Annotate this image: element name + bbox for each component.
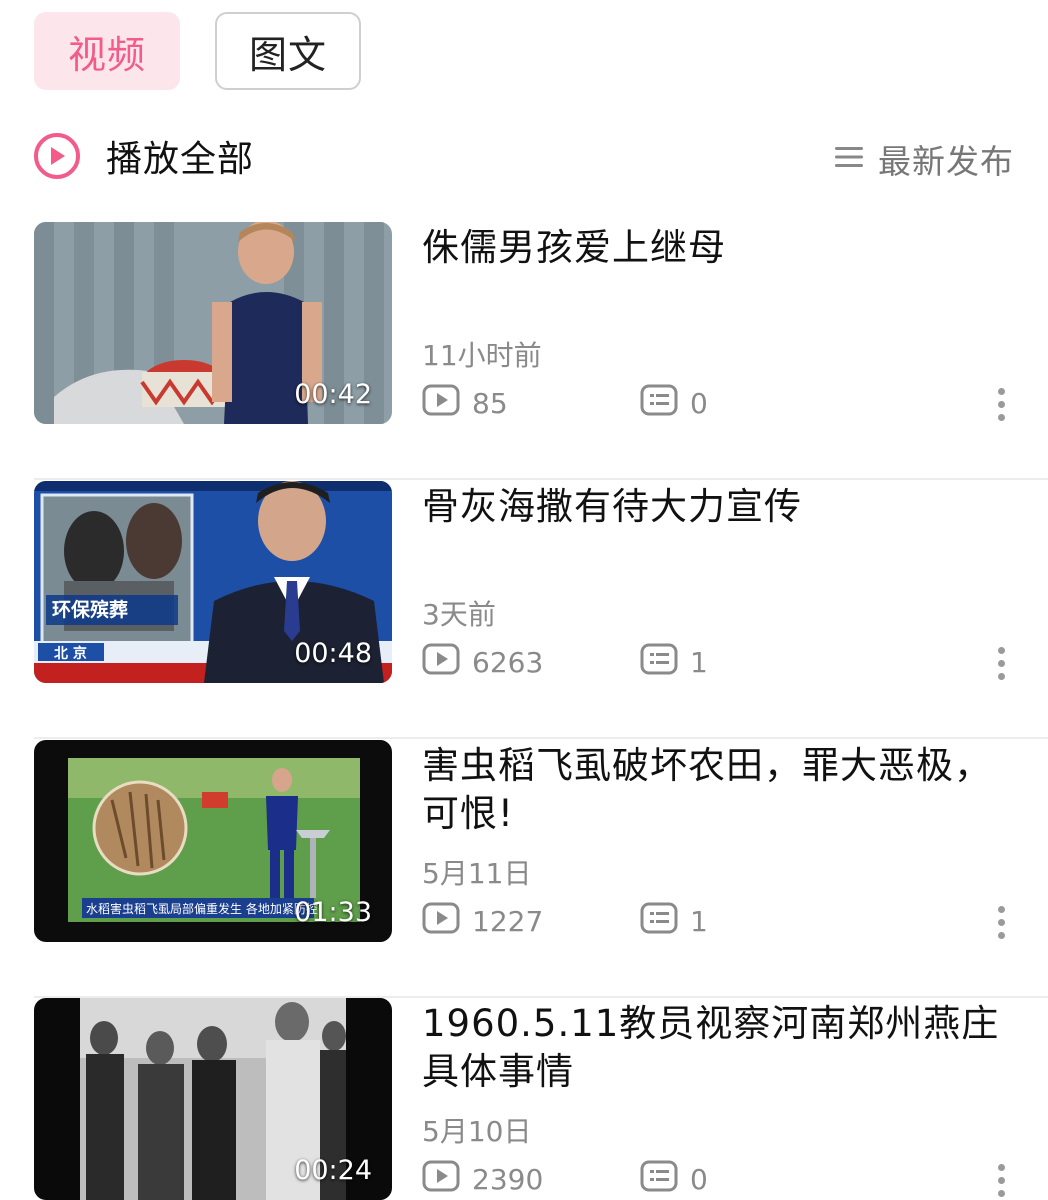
more-options-icon[interactable] (996, 906, 1006, 946)
view-count: 6263 (422, 643, 543, 682)
comment-count-value: 1 (690, 905, 708, 938)
comment-count-value: 0 (690, 387, 708, 420)
divider (34, 478, 1048, 480)
video-duration: 00:42 (294, 379, 372, 410)
play-all-label: 播放全部 (106, 139, 255, 180)
video-thumbnail[interactable]: 环保殡葬 北 京 00:48 (34, 481, 392, 683)
more-options-icon[interactable] (996, 647, 1006, 687)
thumbnail-location: 北 京 (54, 645, 87, 662)
video-title[interactable]: 骨灰海撒有待大力宣传 (422, 483, 1012, 531)
view-count-value: 6263 (472, 646, 544, 679)
divider (34, 737, 1048, 739)
view-count-value: 1227 (472, 905, 544, 938)
play-count-icon (422, 384, 460, 423)
view-count-value: 85 (472, 387, 508, 420)
video-stats: 6263 1 (422, 643, 708, 682)
sort-button[interactable]: 最新发布 (834, 135, 1014, 183)
view-count: 85 (422, 384, 508, 423)
comment-count-value: 0 (690, 1163, 708, 1196)
play-all-button[interactable]: 播放全部 (34, 130, 254, 182)
comment-icon (640, 902, 678, 941)
video-item[interactable]: 水稻害虫稻飞虱局部偏重发生 各地加紧防控 01:33 害虫稻飞虱破坏农田，罪大恶… (34, 740, 1048, 998)
video-stats: 2390 0 (422, 1160, 708, 1199)
video-thumbnail[interactable]: 00:42 (34, 222, 392, 424)
play-count-icon (422, 643, 460, 682)
video-title[interactable]: 害虫稻飞虱破坏农田，罪大恶极，可恨! (422, 742, 1012, 838)
comment-icon (640, 384, 678, 423)
sort-list-icon (834, 145, 864, 173)
view-count: 1227 (422, 902, 543, 941)
thumbnail-caption: 环保殡葬 (52, 598, 128, 621)
video-thumbnail[interactable]: 水稻害虫稻飞虱局部偏重发生 各地加紧防控 01:33 (34, 740, 392, 942)
video-stats: 1227 1 (422, 902, 708, 941)
view-count: 2390 (422, 1160, 543, 1199)
thumbnail-caption: 水稻害虫稻飞虱局部偏重发生 各地加紧防控 (86, 901, 318, 916)
more-options-icon[interactable] (996, 1164, 1006, 1200)
comment-count: 0 (640, 1160, 708, 1199)
tab-video[interactable]: 视频 (34, 12, 180, 90)
sort-label: 最新发布 (878, 142, 1014, 181)
view-count-value: 2390 (472, 1163, 544, 1196)
video-duration: 01:33 (294, 897, 372, 928)
comment-icon (640, 643, 678, 682)
video-duration: 00:48 (294, 638, 372, 669)
video-stats: 85 0 (422, 384, 708, 423)
video-item[interactable]: 00:24 1960.5.11教员视察河南郑州燕庄具体事情 5月10日 2390… (34, 998, 1048, 1200)
video-date: 11小时前 (422, 339, 542, 372)
video-title[interactable]: 侏儒男孩爱上继母 (422, 224, 1012, 272)
play-count-icon (422, 1160, 460, 1199)
comment-count: 1 (640, 643, 708, 682)
video-item[interactable]: 环保殡葬 北 京 00:48 骨灰海撒有待大力宣传 3天前 6263 1 (34, 481, 1048, 739)
video-duration: 00:24 (294, 1155, 372, 1186)
comment-count: 1 (640, 902, 708, 941)
video-thumbnail[interactable]: 00:24 (34, 998, 392, 1200)
video-date: 5月11日 (422, 857, 532, 890)
video-item[interactable]: 00:42 侏儒男孩爱上继母 11小时前 85 0 (34, 222, 1048, 480)
comment-icon (640, 1160, 678, 1199)
tab-article[interactable]: 图文 (215, 12, 361, 90)
more-options-icon[interactable] (996, 388, 1006, 428)
video-list-page: 视频 图文 播放全部 最新发布 00:42 侏儒男孩爱上继母 11小时前 85 … (0, 0, 1048, 1200)
play-circle-icon (34, 133, 80, 179)
comment-count: 0 (640, 384, 708, 423)
video-title[interactable]: 1960.5.11教员视察河南郑州燕庄具体事情 (422, 1000, 1012, 1096)
video-date: 5月10日 (422, 1115, 532, 1148)
comment-count-value: 1 (690, 646, 708, 679)
video-date: 3天前 (422, 598, 496, 631)
play-count-icon (422, 902, 460, 941)
content-type-tabs: 视频 图文 (34, 12, 361, 90)
